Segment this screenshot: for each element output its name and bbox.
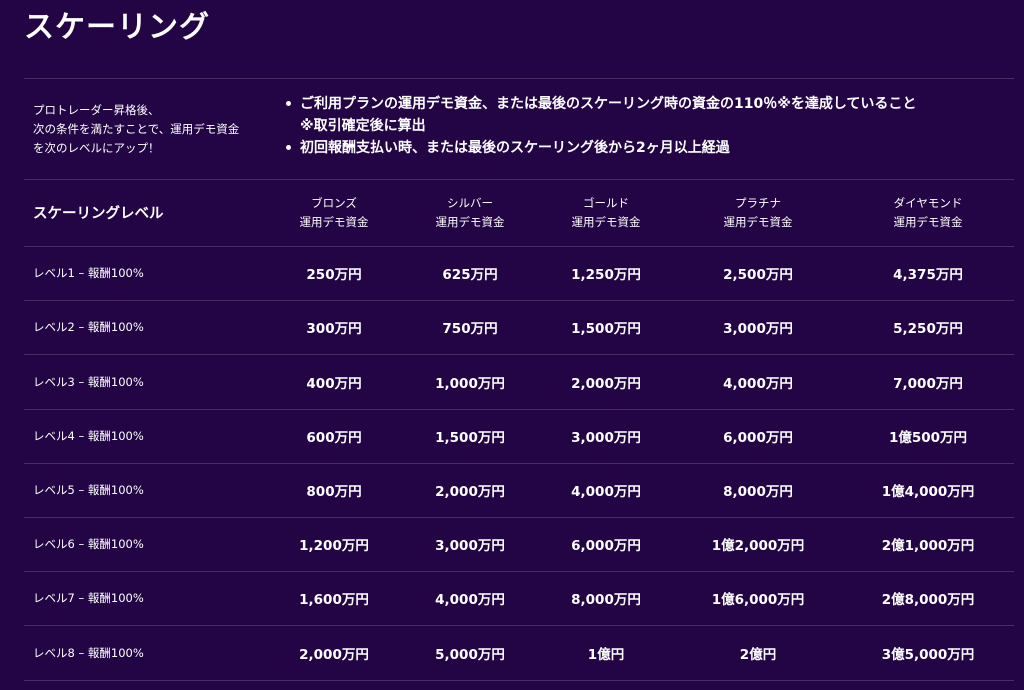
row-level-label: レベル3 – 報酬100% (33, 374, 144, 389)
table-cell: 2億8,000万円 (881, 592, 975, 609)
row-level-label: レベル8 – 報酬100% (33, 645, 144, 660)
divider (24, 179, 1014, 180)
table-cell: 2億円 (739, 646, 777, 663)
table-cell: 5,250万円 (893, 321, 963, 338)
table-cell: 1億2,000万円 (711, 538, 805, 555)
table-cell: 2,500万円 (723, 267, 793, 284)
table-cell: 4,000万円 (723, 375, 793, 392)
row-divider (24, 409, 1014, 410)
table-cell: 2億1,000万円 (881, 538, 975, 555)
row-divider (24, 463, 1014, 464)
row-divider (24, 354, 1014, 355)
condition-note: ※取引確定後に算出 (300, 118, 426, 134)
table-header-title: スケーリングレベル (33, 206, 164, 222)
row-level-label: レベル4 – 報酬100% (33, 428, 144, 443)
table-cell: 3,000万円 (723, 321, 793, 338)
divider (24, 246, 1014, 247)
page-title: スケーリング (24, 10, 210, 45)
row-level-label: レベル2 – 報酬100% (33, 320, 144, 335)
condition-text: ご利用プランの運用デモ資金、または最後のスケーリング時の資金の110％※を達成し… (300, 96, 917, 112)
table-cell: 6,000万円 (723, 429, 793, 446)
table-cell: 8,000万円 (723, 483, 793, 500)
table-cell: 4,000万円 (571, 483, 641, 500)
column-header: ゴールド運用デモ資金 (526, 194, 686, 232)
intro-text: プロトレーダー昇格後、 次の条件を満たすことで、運用デモ資金 を次のレベルにアッ… (33, 103, 240, 155)
table-cell: 6,000万円 (571, 538, 641, 555)
divider (24, 78, 1014, 79)
row-level-label: レベル6 – 報酬100% (33, 537, 144, 552)
table-cell: 8,000万円 (571, 592, 641, 609)
condition-item: 初回報酬支払い時、または最後のスケーリング後から2ヶ月以上経過 (286, 137, 916, 159)
condition-text: 初回報酬支払い時、または最後のスケーリング後から2ヶ月以上経過 (300, 140, 730, 156)
column-subtitle: 運用デモ資金 (723, 215, 793, 229)
row-divider (24, 625, 1014, 626)
row-divider (24, 680, 1014, 681)
table-cell: 1億6,000万円 (711, 592, 805, 609)
table-cell: 2,000万円 (571, 375, 641, 392)
table-cell: 4,375万円 (893, 267, 963, 284)
table-cell: 1億500万円 (888, 429, 968, 446)
column-subtitle: 運用デモ資金 (893, 215, 963, 229)
table-cell: 3,000万円 (571, 429, 641, 446)
conditions-list: ご利用プランの運用デモ資金、または最後のスケーリング時の資金の110％※を達成し… (286, 93, 916, 159)
row-divider (24, 300, 1014, 301)
table-cell: 7,000万円 (893, 375, 963, 392)
column-tier-name: ダイヤモンド (893, 196, 963, 210)
table-cell: 1,250万円 (571, 267, 641, 284)
column-tier-name: ゴールド (583, 196, 629, 210)
table-cell: 3億5,000万円 (881, 646, 975, 663)
row-level-label: レベル1 – 報酬100% (33, 266, 144, 281)
column-tier-name: プラチナ (735, 196, 781, 210)
row-level-label: レベル7 – 報酬100% (33, 591, 144, 606)
table-cell: 1億円 (587, 646, 625, 663)
row-divider (24, 571, 1014, 572)
row-level-label: レベル5 – 報酬100% (33, 482, 144, 497)
row-divider (24, 517, 1014, 518)
table-cell: 1,500万円 (571, 321, 641, 338)
column-header: ダイヤモンド 運用デモ資金 (848, 194, 1008, 232)
column-header: プラチナ運用デモ資金 (678, 194, 838, 232)
condition-item: ご利用プランの運用デモ資金、または最後のスケーリング時の資金の110％※を達成し… (286, 93, 916, 137)
column-subtitle: 運用デモ資金 (571, 215, 641, 229)
table-cell: 1億4,000万円 (881, 483, 975, 500)
